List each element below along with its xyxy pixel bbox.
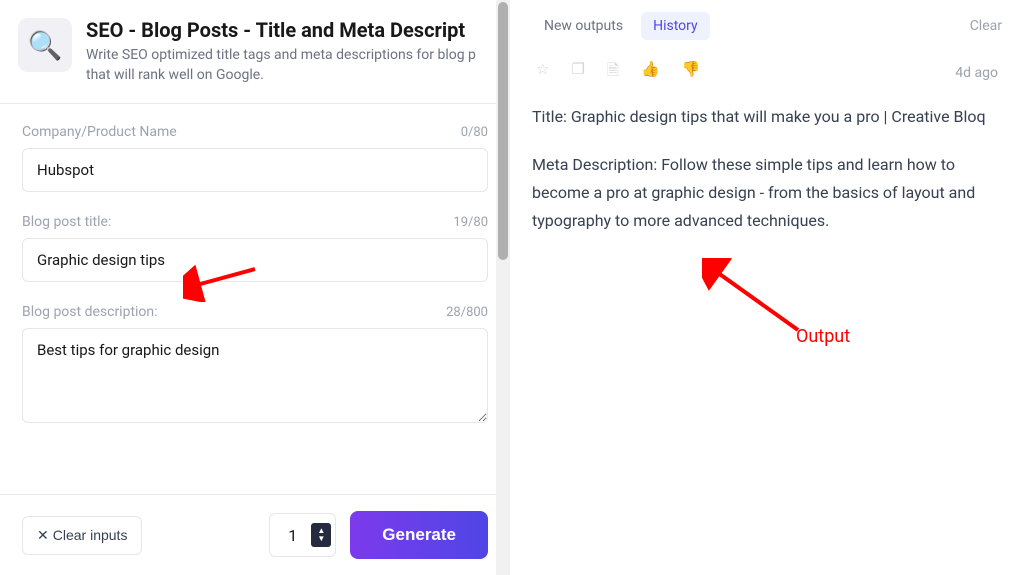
left-panel: 🔍 SEO - Blog Posts - Title and Meta Desc… [0, 0, 510, 575]
form-body: Company/Product Name 0/80 Blog post titl… [0, 104, 510, 494]
blog-desc-label: Blog post description: [22, 304, 158, 320]
template-title: SEO - Blog Posts - Title and Meta Descri… [86, 18, 488, 42]
quantity-controls[interactable]: ▲ ▼ [311, 523, 331, 547]
blog-title-count: 19/80 [453, 215, 488, 230]
template-icon-box: 🔍 [18, 18, 72, 72]
generate-button[interactable]: Generate [350, 511, 488, 559]
header-text: SEO - Blog Posts - Title and Meta Descri… [86, 18, 488, 85]
footer-bar: ✕ Clear inputs 1 ▲ ▼ Generate [0, 494, 510, 575]
chevron-down-icon: ▼ [317, 535, 325, 543]
company-count: 0/80 [461, 125, 488, 140]
copy-icon[interactable]: ❐ [571, 60, 584, 85]
clear-history-link[interactable]: Clear [970, 18, 1002, 34]
scrollbar-track[interactable] [496, 0, 510, 575]
star-icon[interactable]: ☆ [536, 60, 549, 85]
trash-icon[interactable]: 🗎 [607, 60, 619, 85]
blog-desc-count: 28/800 [446, 305, 488, 320]
field-company: Company/Product Name 0/80 [22, 124, 488, 192]
output-actions: ☆ ❐ 🗎 👍 👎 4d ago [532, 60, 1002, 85]
blog-title-input[interactable] [22, 238, 488, 282]
blog-desc-input[interactable] [22, 328, 488, 423]
template-header: 🔍 SEO - Blog Posts - Title and Meta Desc… [0, 0, 510, 104]
output-title-line: Title: Graphic design tips that will mak… [532, 103, 1002, 131]
company-label: Company/Product Name [22, 124, 177, 140]
tab-new-outputs[interactable]: New outputs [532, 12, 635, 40]
output-meta-line: Meta Description: Follow these simple ti… [532, 151, 1002, 235]
output-content: Title: Graphic design tips that will mak… [532, 103, 1002, 235]
magnifying-glass-icon: 🔍 [28, 29, 63, 62]
quantity-stepper[interactable]: 1 ▲ ▼ [269, 513, 336, 557]
thumbs-up-icon[interactable]: 👍 [641, 60, 660, 85]
field-blog-description: Blog post description: 28/800 [22, 304, 488, 427]
clear-inputs-button[interactable]: ✕ Clear inputs [22, 516, 142, 555]
quantity-value: 1 [288, 526, 297, 545]
output-timestamp: 4d ago [955, 65, 998, 81]
thumbs-down-icon[interactable]: 👎 [682, 60, 701, 85]
tab-history[interactable]: History [641, 12, 710, 40]
right-panel: New outputs History Clear ☆ ❐ 🗎 👍 👎 4d a… [510, 0, 1024, 575]
company-input[interactable] [22, 148, 488, 192]
blog-title-label: Blog post title: [22, 214, 111, 230]
clear-inputs-label: Clear inputs [53, 527, 128, 543]
scrollbar-thumb[interactable] [498, 2, 508, 260]
x-icon: ✕ [37, 527, 49, 544]
field-blog-title: Blog post title: 19/80 [22, 214, 488, 282]
tabs-row: New outputs History Clear [532, 12, 1002, 40]
template-subtitle: Write SEO optimized title tags and meta … [86, 46, 488, 85]
